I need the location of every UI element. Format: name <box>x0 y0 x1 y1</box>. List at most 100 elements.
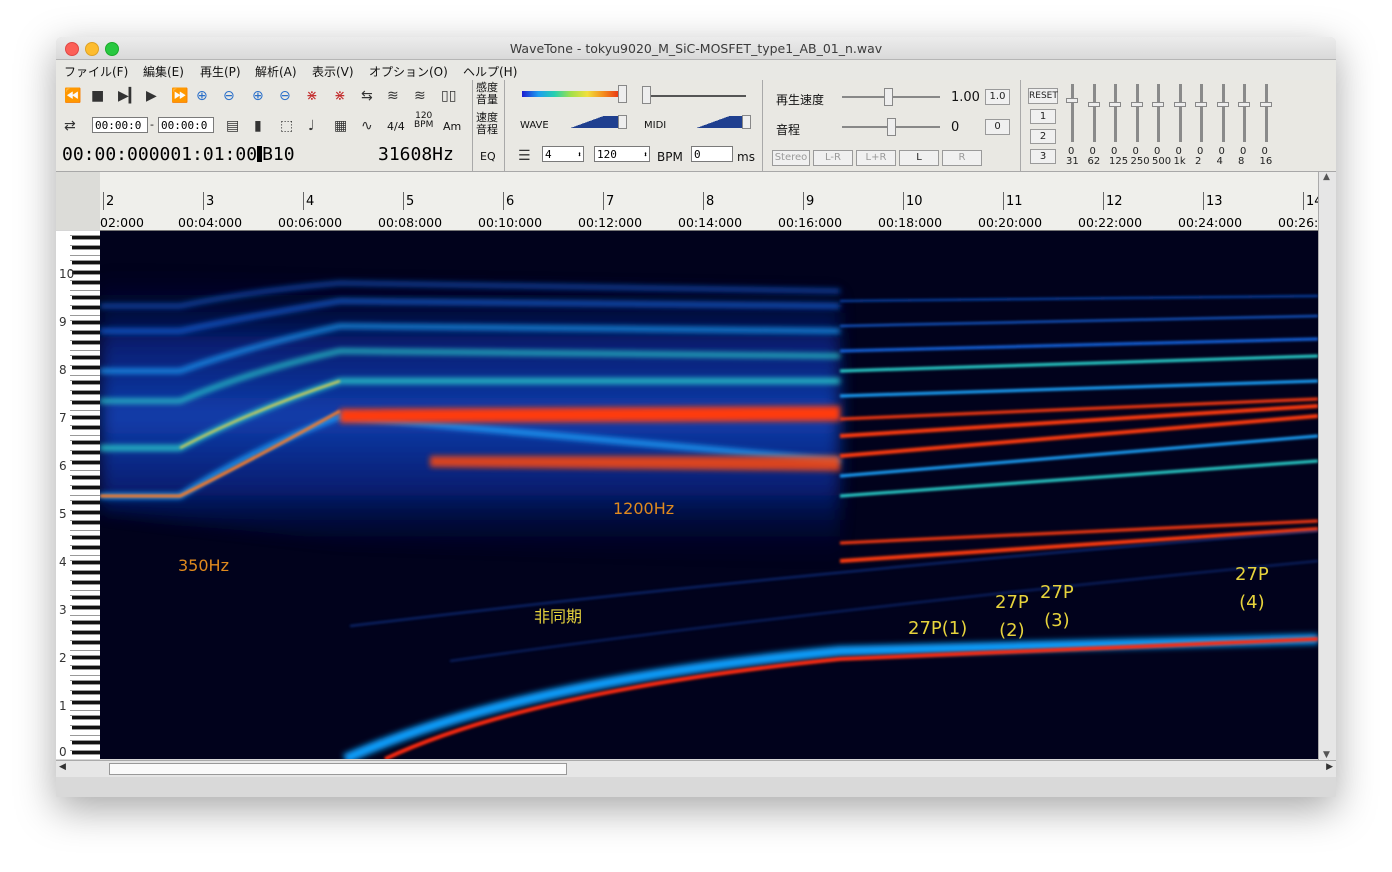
bpm-spinner-icon[interactable]: ⬍ <box>643 147 648 163</box>
piano-key[interactable] <box>72 511 100 515</box>
zoom-out-horizontal-icon[interactable]: ⊖ <box>223 88 235 104</box>
eq-band-track[interactable] <box>1157 84 1160 142</box>
piano-key[interactable] <box>70 756 100 759</box>
eq-band-knob[interactable] <box>1259 102 1272 107</box>
piano-key[interactable] <box>72 606 100 610</box>
scroll-right-icon[interactable]: ▶ <box>1326 762 1333 772</box>
left-channel-button[interactable]: L <box>899 150 939 166</box>
eq-band-track[interactable] <box>1178 84 1182 142</box>
eq-band-track[interactable] <box>1071 84 1074 142</box>
eq-band-track[interactable] <box>1200 84 1203 142</box>
vertical-scrollbar[interactable]: ▲ ▼ <box>1318 172 1336 760</box>
mic-icon[interactable]: ▮ <box>254 118 262 134</box>
eq-band-track[interactable] <box>1114 84 1117 142</box>
range-start-input[interactable]: 00:00:0 <box>92 117 148 133</box>
range-end-input[interactable]: 00:00:0 <box>158 117 214 133</box>
eq-band-track[interactable] <box>1135 84 1139 142</box>
horizontal-scrollbar[interactable]: ◀ ▶ <box>56 760 1336 777</box>
piano-key[interactable] <box>72 246 100 250</box>
piano-key[interactable] <box>72 441 100 445</box>
piano-key[interactable] <box>72 501 100 505</box>
note-icon[interactable]: ♩ <box>308 118 315 134</box>
eq-band-knob[interactable] <box>1109 102 1121 107</box>
piano-key[interactable] <box>72 271 100 275</box>
scroll-up-icon[interactable]: ▲ <box>1323 172 1330 182</box>
piano-key[interactable] <box>72 426 100 430</box>
wave-shape-icon[interactable]: ∿ <box>361 118 373 134</box>
piano-key[interactable] <box>72 296 100 300</box>
piano-key[interactable] <box>72 741 100 745</box>
eq-band-track[interactable] <box>1092 84 1096 142</box>
piano-key[interactable] <box>72 716 100 720</box>
piano-key[interactable] <box>72 751 100 755</box>
piano-key[interactable] <box>72 726 100 730</box>
stereo-button[interactable]: Stereo <box>772 150 810 166</box>
midi-volume-thumb[interactable] <box>742 115 751 129</box>
piano-key[interactable] <box>72 401 100 405</box>
eq-reset-button[interactable]: RESET <box>1028 88 1058 104</box>
swap-icon[interactable]: ⇆ <box>361 88 373 104</box>
piano-key[interactable] <box>72 381 100 385</box>
grid-icon[interactable]: ▦ <box>334 118 347 134</box>
piano-key[interactable] <box>72 416 100 420</box>
l-plus-r-button[interactable]: L+R <box>856 150 896 166</box>
zoom-in-vertical-icon[interactable]: ⊕ <box>252 88 264 104</box>
piano-key[interactable] <box>72 701 100 705</box>
eq-band-knob[interactable] <box>1087 102 1100 107</box>
eq-band-knob[interactable] <box>1066 98 1078 103</box>
sensitivity-slider-thumb[interactable] <box>618 85 627 103</box>
eq-band-track[interactable] <box>1243 84 1246 142</box>
play-icon[interactable]: ▶ <box>146 88 157 104</box>
piano-key[interactable] <box>72 391 100 395</box>
chord-label[interactable]: Am <box>443 120 461 133</box>
waveform-icon[interactable]: ≋ <box>387 88 399 104</box>
eq-band-knob[interactable] <box>1130 102 1143 107</box>
piano-key[interactable] <box>72 691 100 695</box>
menu-help[interactable]: ヘルプ(H) <box>463 63 517 80</box>
piano-key[interactable] <box>72 641 100 645</box>
piano-key[interactable] <box>72 451 100 455</box>
piano-keyboard[interactable]: 10 9 8 7 6 5 4 3 2 1 0 <box>56 231 100 759</box>
bpm-input[interactable]: 120 ⬍ <box>594 146 650 162</box>
loop-icon[interactable]: ⇄ <box>64 118 76 134</box>
piano-key[interactable] <box>72 631 100 635</box>
eq-band-track[interactable] <box>1264 84 1268 142</box>
horizontal-scroll-thumb[interactable] <box>109 763 567 775</box>
piano-key[interactable] <box>72 596 100 600</box>
piano-key[interactable] <box>72 306 100 310</box>
piano-key[interactable] <box>72 461 100 465</box>
menu-options[interactable]: オプション(O) <box>369 63 448 80</box>
piano-key[interactable] <box>72 261 100 265</box>
waveform-split-icon[interactable]: ≋ <box>414 88 426 104</box>
menu-play[interactable]: 再生(P) <box>200 63 241 80</box>
volume-slider-thumb[interactable] <box>642 86 651 104</box>
stop-icon[interactable]: ■ <box>91 88 104 104</box>
piano-key[interactable] <box>72 571 100 575</box>
menu-analysis[interactable]: 解析(A) <box>255 63 297 80</box>
piano-key[interactable] <box>72 581 100 585</box>
piano-key[interactable] <box>72 486 100 490</box>
time-ruler[interactable]: 2 3 4 5 6 7 8 9 10 11 12 13 14 02:000 00:04:000 00:06:0… <box>100 172 1323 231</box>
layout-icon[interactable]: ▤ <box>226 118 239 134</box>
piano-key[interactable] <box>72 666 100 670</box>
wave-volume-thumb[interactable] <box>618 115 627 129</box>
wave-volume-ramp[interactable] <box>556 116 618 128</box>
fast-forward-icon[interactable]: ⏩ <box>171 88 188 104</box>
time-signature[interactable]: 4/4 <box>387 120 405 133</box>
marker-icon[interactable]: ⋇ <box>306 88 318 104</box>
piano-key[interactable] <box>72 366 100 370</box>
bpm-icon[interactable]: 120 BPM <box>414 112 433 130</box>
piano-key[interactable] <box>72 536 100 540</box>
piano-key[interactable] <box>72 621 100 625</box>
playback-speed-thumb[interactable] <box>884 88 893 106</box>
playback-speed-reset-button[interactable]: 1.0 <box>985 89 1010 105</box>
eq-band-track[interactable] <box>1221 84 1225 142</box>
scroll-down-icon[interactable]: ▼ <box>1323 750 1330 760</box>
beats-input[interactable]: 4 ⬍ <box>542 146 584 162</box>
piano-key[interactable] <box>72 656 100 660</box>
rewind-icon[interactable]: ⏪ <box>64 88 81 104</box>
piano-key[interactable] <box>72 546 100 550</box>
piano-key[interactable] <box>72 321 100 325</box>
piano-key[interactable] <box>72 356 100 360</box>
eq-preset-1-button[interactable]: 1 <box>1030 109 1056 124</box>
